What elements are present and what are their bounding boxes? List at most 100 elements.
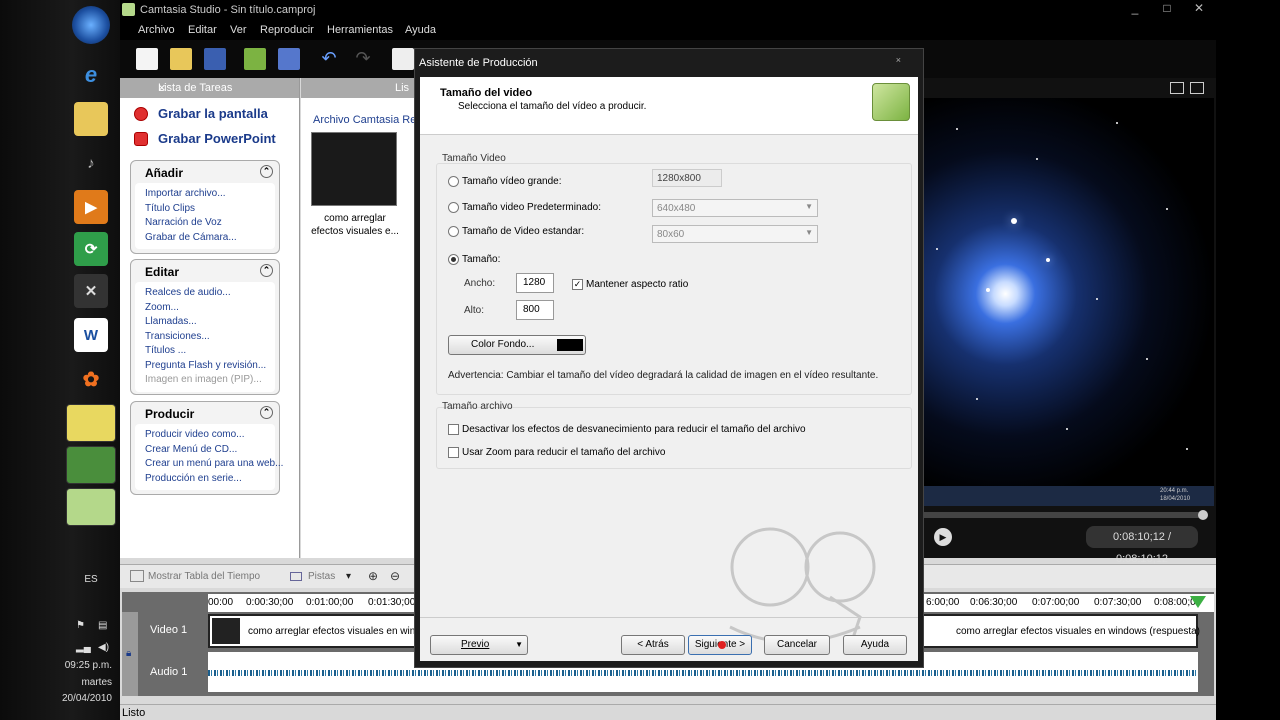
clipboard-icon[interactable]: ▤: [98, 620, 118, 631]
link-zoom[interactable]: Zoom...: [145, 301, 265, 316]
preview-detach-icon[interactable]: [1190, 82, 1204, 94]
play-button[interactable]: ▶: [934, 528, 952, 546]
internet-explorer-icon[interactable]: e: [74, 58, 108, 92]
standard-size-select: 80x60 ▼: [652, 225, 818, 243]
disable-fade-checkbox[interactable]: Desactivar los efectos de desvanecimient…: [448, 424, 806, 435]
maximize-button[interactable]: □: [1154, 0, 1180, 16]
open-project-icon[interactable]: [170, 48, 192, 70]
audio-track-label[interactable]: Audio 1: [150, 666, 187, 678]
group-producir-header[interactable]: Producir ⌃: [131, 402, 279, 424]
video-track-label[interactable]: Video 1: [150, 624, 187, 636]
back-button[interactable]: < Atrás: [621, 635, 685, 655]
menu-editar[interactable]: Editar: [188, 24, 217, 36]
preview-size-icon[interactable]: [1170, 82, 1184, 94]
radio-large-size[interactable]: Tamaño vídeo grande:: [448, 176, 562, 187]
radio-custom-size[interactable]: Tamaño:: [448, 254, 500, 265]
new-project-icon[interactable]: [136, 48, 158, 70]
task-list-close-icon[interactable]: ×: [158, 80, 289, 95]
standard-size-value: 80x60: [657, 229, 685, 240]
link-cd-menu[interactable]: Crear Menú de CD...: [145, 443, 265, 458]
volume-icon[interactable]: ◀): [98, 642, 118, 653]
height-input[interactable]: 800: [516, 300, 554, 320]
radio-standard-size[interactable]: Tamaño de Video estandar:: [448, 226, 584, 237]
width-input[interactable]: 1280: [516, 273, 554, 293]
background-color-button[interactable]: Color Fondo...: [448, 335, 586, 355]
link-batch-production[interactable]: Producción en serie...: [145, 472, 265, 487]
keep-ratio-checkbox[interactable]: ✓ Mantener aspecto ratio: [572, 279, 688, 290]
collapse-icon[interactable]: ⌃: [260, 406, 273, 419]
close-button[interactable]: ✕: [1186, 0, 1212, 16]
signal-icon[interactable]: ▂▄: [76, 642, 96, 653]
save-all-icon[interactable]: [278, 48, 300, 70]
save-icon[interactable]: [204, 48, 226, 70]
collapse-icon[interactable]: ⌃: [260, 264, 273, 277]
explorer-folder-icon[interactable]: [74, 102, 108, 136]
help-button[interactable]: Ayuda: [843, 635, 907, 655]
link-title-clips[interactable]: Título Clips: [145, 202, 265, 217]
task-list-header: Lista de Tareas ×: [120, 78, 299, 98]
camtasia-taskbar-icon[interactable]: [66, 488, 116, 526]
link-record-camera[interactable]: Grabar de Cámara...: [145, 231, 265, 246]
zoom-out-icon[interactable]: ⊖: [390, 569, 400, 583]
menu-ayuda[interactable]: Ayuda: [405, 24, 436, 36]
group-anadir-header[interactable]: Añadir ⌃: [131, 161, 279, 183]
sticky-notes-icon[interactable]: [66, 404, 116, 442]
timeline-view-icon[interactable]: [130, 570, 144, 582]
clip-caption[interactable]: como arreglar efectos visuales e...: [307, 212, 403, 238]
link-voice-narration[interactable]: Narración de Voz: [145, 216, 265, 231]
track-lock-icon[interactable]: 🔒︎: [126, 648, 131, 659]
use-zoom-checkbox[interactable]: Usar Zoom para reducir el tamaño del arc…: [448, 447, 665, 458]
produce-icon[interactable]: [392, 48, 414, 70]
link-web-menu[interactable]: Crear un menú para una web...: [145, 457, 283, 472]
default-size-value: 640x480: [657, 203, 696, 214]
clip-thumbnail[interactable]: [311, 132, 397, 206]
radio-default-size[interactable]: Tamaño video Predeterminado:: [448, 202, 601, 213]
tracks-dropdown-arrow-icon[interactable]: ▾: [346, 571, 351, 582]
redo-icon[interactable]: ↷: [352, 48, 374, 70]
link-import-file[interactable]: Importar archivo...: [145, 187, 265, 202]
preview-panel: 20:44 p.m. 18/04/2010 ▶ 0:08:10;12 / 0:0…: [916, 78, 1216, 565]
preview-seek-bar[interactable]: [916, 512, 1206, 518]
link-callouts[interactable]: Llamadas...: [145, 315, 265, 330]
preview-video-frame: 20:44 p.m. 18/04/2010: [916, 98, 1214, 506]
menu-ver[interactable]: Ver: [230, 24, 247, 36]
orange-app-icon[interactable]: ✿: [74, 362, 108, 396]
menu-herramientas[interactable]: Herramientas: [327, 24, 393, 36]
start-orb-icon[interactable]: [72, 6, 110, 44]
link-produce-video[interactable]: Producir video como...: [145, 428, 265, 443]
video-player-icon[interactable]: ▶: [74, 190, 108, 224]
word-icon[interactable]: W: [74, 318, 108, 352]
menu-archivo[interactable]: Archivo: [138, 24, 175, 36]
playhead-marker-icon[interactable]: [1190, 596, 1206, 608]
tracks-icon[interactable]: [290, 572, 302, 581]
collapse-icon[interactable]: ⌃: [260, 165, 273, 178]
flag-icon[interactable]: ⚑: [76, 620, 96, 631]
dropdown-arrow-icon: ▼: [805, 228, 813, 237]
dialog-close-icon[interactable]: ×: [896, 55, 901, 65]
cancel-button[interactable]: Cancelar: [764, 635, 830, 655]
link-flash-quiz[interactable]: Pregunta Flash y revisión...: [145, 359, 266, 374]
xfire-icon[interactable]: ✕: [74, 274, 108, 308]
undo-icon[interactable]: ↶: [318, 48, 340, 70]
network-users-icon[interactable]: [66, 446, 116, 484]
group-editar-header[interactable]: Editar ⌃: [131, 260, 279, 282]
messenger-icon[interactable]: ⟳: [74, 232, 108, 266]
menu-reproducir[interactable]: Reproducir: [260, 24, 314, 36]
keep-ratio-label: Mantener aspecto ratio: [586, 279, 689, 290]
seek-handle-icon[interactable]: [1198, 510, 1208, 520]
link-transitions[interactable]: Transiciones...: [145, 330, 265, 345]
import-media-icon[interactable]: [244, 48, 266, 70]
media-player-icon[interactable]: ♪: [74, 146, 108, 180]
record-powerpoint-link[interactable]: Grabar PowerPoint: [134, 131, 276, 146]
tracks-dropdown[interactable]: Pistas: [308, 571, 335, 582]
link-audio-enhancements[interactable]: Realces de audio...: [145, 286, 265, 301]
show-timeline-button[interactable]: Mostrar Tabla del Tiempo: [148, 571, 260, 582]
preview-dropdown-button[interactable]: Previo ▼: [430, 635, 528, 655]
clock-time[interactable]: 09:25 p.m.: [0, 660, 120, 671]
record-screen-link[interactable]: Grabar la pantalla: [134, 106, 268, 121]
disable-fade-label: Desactivar los efectos de desvanecimient…: [462, 424, 806, 435]
minimize-button[interactable]: _: [1122, 0, 1148, 16]
dialog-footer-divider: [420, 617, 918, 618]
zoom-in-icon[interactable]: ⊕: [368, 569, 378, 583]
link-titles[interactable]: Títulos ...: [145, 344, 265, 359]
